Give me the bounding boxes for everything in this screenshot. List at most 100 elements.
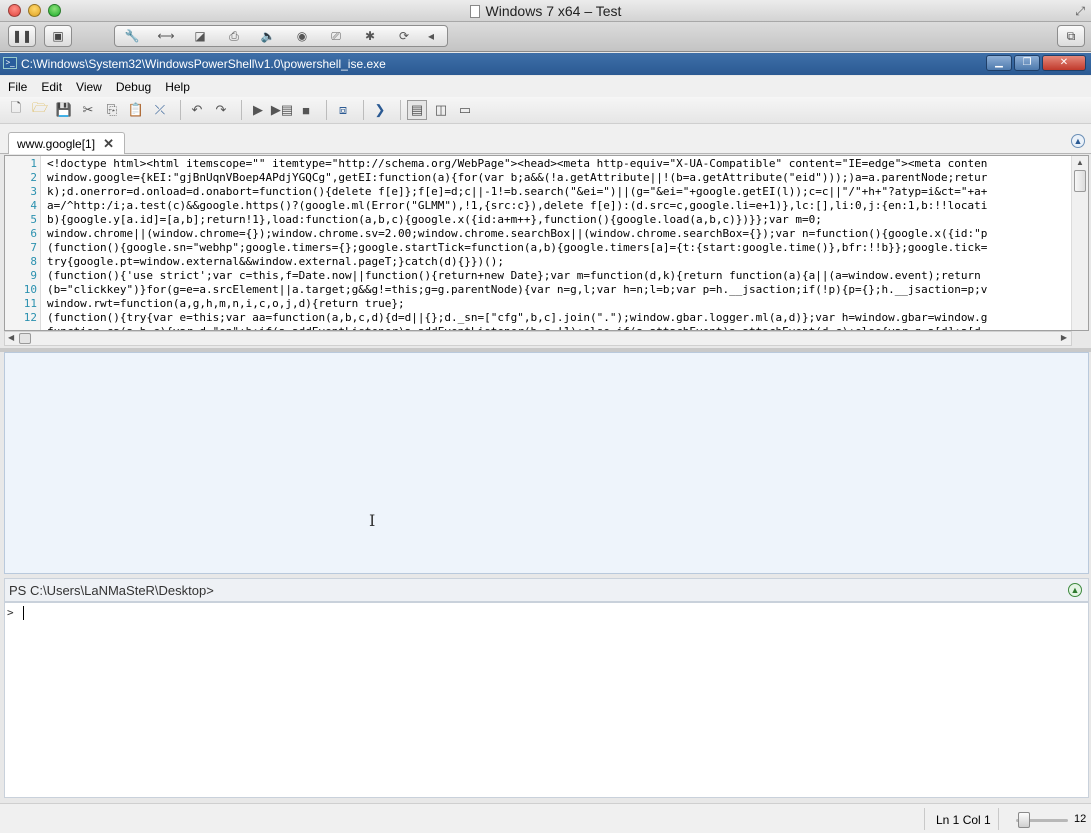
open-folder-icon[interactable]: 🗁 (30, 100, 50, 120)
ise-title-bar: >_ C:\Windows\System32\WindowsPowerShell… (0, 53, 1091, 75)
line-number: 3 (30, 185, 37, 198)
output-pane[interactable]: I (4, 352, 1089, 574)
line-number: 2 (30, 171, 37, 184)
zoom-slider-knob[interactable] (1018, 812, 1030, 828)
paste-icon[interactable]: 📋 (126, 100, 146, 120)
code-area[interactable]: <!doctype html><html itemscope="" itemty… (47, 156, 1071, 330)
menu-debug[interactable]: Debug (116, 80, 151, 94)
printer-icon[interactable]: ⎙ (217, 29, 251, 44)
script-editor[interactable]: <!doctype html><html itemscope="" itemty… (4, 155, 1089, 331)
pause-icon: ❚❚ (11, 29, 33, 43)
tab-script[interactable]: www.google[1] ✕ (8, 132, 125, 154)
disk-icon[interactable]: ◪ (183, 29, 217, 43)
cut-icon[interactable]: ✂ (78, 100, 98, 120)
ise-window-title: C:\Windows\System32\WindowsPowerShell\v1… (21, 57, 386, 71)
toolbar-separator (326, 100, 327, 120)
line-number: 10 (23, 283, 37, 296)
fullscreen-button[interactable]: ⧉ (1057, 25, 1085, 47)
vm-window-title: Windows 7 x64 – Test (485, 3, 622, 19)
layout-top-icon[interactable]: ▤ (407, 100, 427, 120)
code-line: window.chrome||(window.chrome={});window… (47, 227, 988, 240)
cursor-position: Ln 1 Col 1 (936, 813, 991, 827)
code-line: (function(){google.sn="webhp";google.tim… (47, 241, 988, 254)
bluetooth-icon[interactable]: ✱ (353, 29, 387, 43)
redo-icon[interactable]: ↷ (211, 100, 231, 120)
scroll-right-icon[interactable]: ▶ (1061, 333, 1067, 342)
stop-icon[interactable]: ■ (296, 100, 316, 120)
expand-command-pane-icon[interactable]: ▲ (1068, 583, 1082, 597)
usb-icon[interactable]: ⎚ (319, 29, 353, 44)
toolbar-separator (180, 100, 181, 120)
menu-view[interactable]: View (76, 80, 102, 94)
run-icon[interactable]: ▶ (248, 100, 268, 120)
powershell-console-icon[interactable]: ❯ (370, 100, 390, 120)
line-number: 11 (23, 297, 37, 310)
code-line: try{google.pt=window.external&&window.ex… (47, 255, 504, 268)
code-line: (b="clickkey")}for(g=e=a.srcElement||a.t… (47, 283, 988, 296)
tab-label: www.google[1] (17, 137, 96, 151)
zoom-slider[interactable] (1016, 812, 1068, 828)
code-line: a=/^http:/i;a.test(c)&&google.https()?(g… (47, 199, 988, 212)
menu-help[interactable]: Help (165, 80, 190, 94)
command-pane[interactable]: > (4, 602, 1089, 798)
menu-bar: File Edit View Debug Help (0, 76, 1091, 97)
line-number: 4 (30, 199, 37, 212)
sync-icon[interactable]: ⟳ (387, 29, 421, 43)
toolbar-separator (363, 100, 364, 120)
close-tab-icon[interactable]: ✕ (103, 136, 114, 152)
run-selection-icon[interactable]: ▶▤ (271, 100, 293, 120)
scroll-thumb[interactable] (1074, 170, 1086, 192)
scroll-left-icon[interactable]: ◀ (8, 333, 14, 342)
menu-edit[interactable]: Edit (41, 80, 62, 94)
layout-max-icon[interactable]: ▭ (455, 100, 475, 120)
network-icon[interactable]: ⟷ (149, 29, 183, 43)
save-icon[interactable]: 💾 (54, 100, 74, 120)
line-number: 1 (30, 157, 37, 170)
speaker-icon[interactable]: 🔈 (251, 29, 285, 43)
horizontal-scrollbar[interactable]: ◀ ▶ (4, 331, 1072, 346)
vertical-scrollbar[interactable]: ▲ (1071, 156, 1088, 330)
close-button[interactable]: ✕ (1042, 55, 1086, 71)
restore-button[interactable]: ❐ (1014, 55, 1040, 71)
collapse-script-pane-icon[interactable]: ▲ (1071, 134, 1085, 148)
fullscreen-arrows-icon[interactable]: ⤢ (1075, 4, 1085, 19)
scroll-up-icon[interactable]: ▲ (1076, 158, 1084, 167)
text-caret (23, 606, 24, 620)
powershell-app-icon: >_ (3, 57, 17, 69)
ise-toolbar: 🗋 🗁 💾 ✂ ⎘ 📋 ⤫ ↶ ↷ ▶ ▶▤ ■ ⧈ ❯ ▤ ◫ ▭ (0, 97, 1091, 124)
code-line: k);d.onerror=d.onload=d.onabort=function… (47, 185, 988, 198)
chevron-left-icon[interactable]: ◂ (421, 29, 441, 43)
camera-icon[interactable]: ◉ (285, 29, 319, 43)
wrench-icon[interactable]: 🔧 (115, 29, 149, 43)
code-line: window.google={kEI:"gjBnUqnVBoep4APdjYGQ… (47, 171, 988, 184)
prompt-path: PS C:\Users\LaNMaSteR\Desktop> (9, 583, 214, 598)
new-file-icon[interactable]: 🗋 (6, 100, 26, 120)
horizontal-scroll-thumb[interactable] (19, 333, 31, 344)
status-separator (924, 808, 925, 830)
line-number: 8 (30, 255, 37, 268)
minimize-button[interactable]: ▁ (986, 55, 1012, 71)
fullscreen-icon: ⧉ (1066, 28, 1076, 43)
zoom-value: 12 (1074, 813, 1087, 825)
line-number: 6 (30, 227, 37, 240)
undo-icon[interactable]: ↶ (187, 100, 207, 120)
snapshot-button[interactable]: ▣ (44, 25, 72, 47)
vm-toolbar: ❚❚ ▣ 🔧 ⟷ ◪ ⎙ 🔈 ◉ ⎚ ✱ ⟳ ◂ ⧉ (0, 22, 1091, 52)
line-number: 9 (30, 269, 37, 282)
code-line: b){google.y[a.id]=[a,b];return!1},load:f… (47, 213, 822, 226)
menu-file[interactable]: File (8, 80, 27, 94)
layout-right-icon[interactable]: ◫ (431, 100, 451, 120)
code-line: <!doctype html><html itemscope="" itemty… (47, 157, 988, 170)
line-number: 7 (30, 241, 37, 254)
remote-powershell-icon[interactable]: ⧈ (333, 100, 353, 120)
toolbar-separator (400, 100, 401, 120)
vm-title-bar: Windows 7 x64 – Test ⤢ (0, 0, 1091, 22)
code-line: window.rwt=function(a,g,h,m,n,i,c,o,j,d)… (47, 297, 405, 310)
pause-button[interactable]: ❚❚ (8, 25, 36, 47)
toolbar-separator (241, 100, 242, 120)
script-tab-strip: www.google[1] ✕ ▲ (0, 124, 1091, 154)
command-pane-header: PS C:\Users\LaNMaSteR\Desktop> ▲ (4, 578, 1089, 602)
document-icon (469, 5, 480, 18)
clear-icon[interactable]: ⤫ (150, 100, 170, 120)
copy-icon[interactable]: ⎘ (102, 100, 122, 120)
